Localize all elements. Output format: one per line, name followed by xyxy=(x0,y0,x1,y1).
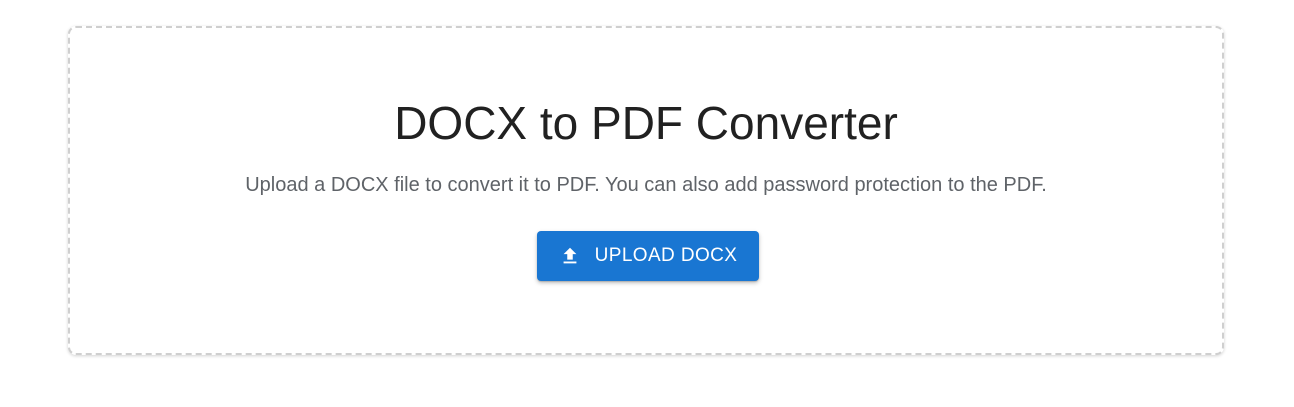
upload-docx-button[interactable]: UPLOAD DOCX xyxy=(537,231,759,281)
upload-dropzone-card[interactable]: DOCX to PDF Converter Upload a DOCX file… xyxy=(68,26,1224,355)
page: DOCX to PDF Converter Upload a DOCX file… xyxy=(0,0,1294,407)
upload-button-label: UPLOAD DOCX xyxy=(594,245,738,266)
upload-icon xyxy=(559,245,581,267)
description-text: Upload a DOCX file to convert it to PDF.… xyxy=(245,174,1047,196)
page-title: DOCX to PDF Converter xyxy=(394,97,898,149)
